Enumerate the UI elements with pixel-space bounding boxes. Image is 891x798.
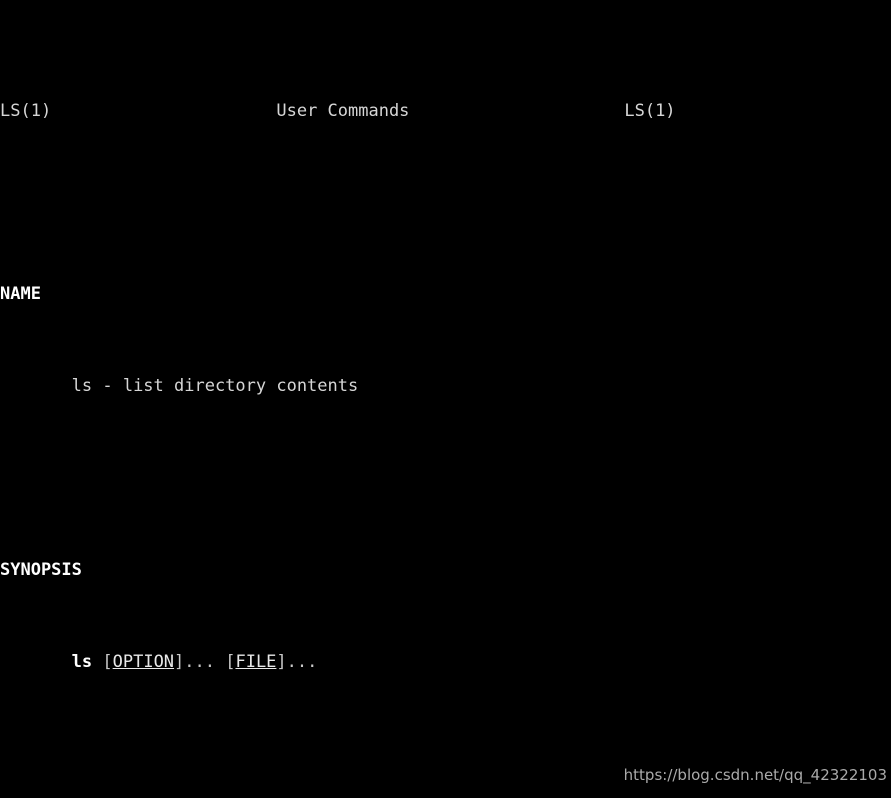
- name-body-text: ls - list directory contents: [71, 376, 359, 397]
- header-gap-1: [51, 101, 276, 121]
- header-gap-2: [409, 101, 624, 121]
- manpage-header-line: LS(1) User Commands LS(1): [0, 100, 891, 123]
- synopsis-file-close: ]...: [276, 651, 318, 672]
- section-heading-name: NAME: [0, 283, 891, 306]
- synopsis-option-placeholder: OPTION: [112, 651, 175, 672]
- synopsis-option-open: [: [92, 651, 113, 672]
- synopsis-command: ls: [71, 651, 93, 672]
- manpage-header-center: User Commands: [276, 100, 410, 121]
- manpage-header-right: LS(1): [624, 100, 676, 121]
- terminal-screen[interactable]: LS(1) User Commands LS(1) NAME ls - list…: [0, 0, 891, 798]
- section-heading-name-label: NAME: [0, 284, 41, 305]
- synopsis-option-close: ]... [: [174, 651, 236, 672]
- synopsis-file-placeholder: FILE: [235, 651, 277, 672]
- name-body-line: ls - list directory contents: [0, 375, 891, 398]
- manpage-header-left: LS(1): [0, 100, 52, 121]
- section-heading-synopsis-label: SYNOPSIS: [0, 559, 82, 580]
- section-heading-synopsis: SYNOPSIS: [0, 559, 891, 582]
- synopsis-body-line: ls [OPTION]... [FILE]...: [0, 651, 891, 674]
